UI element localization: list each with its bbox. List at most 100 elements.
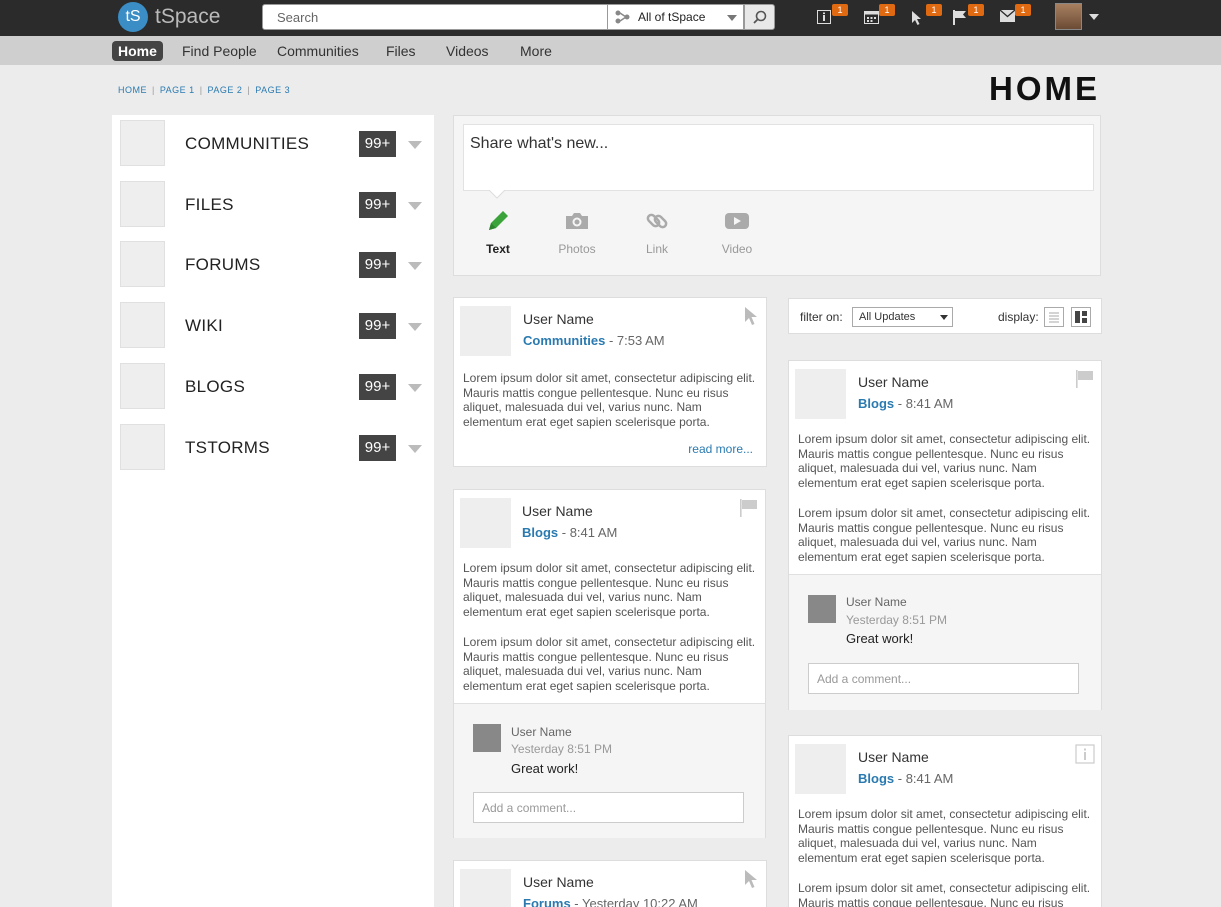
- nav-videos[interactable]: Videos: [440, 41, 495, 61]
- sidebar-thumbnail: [120, 120, 165, 166]
- grid-view-icon: [1075, 311, 1087, 323]
- comment-user-name[interactable]: User Name: [511, 725, 572, 739]
- comment-input[interactable]: Add a comment...: [473, 792, 744, 823]
- breadcrumb: HOME | PAGE 1 | PAGE 2 | PAGE 3: [118, 85, 290, 95]
- card-user-name[interactable]: User Name: [522, 503, 593, 519]
- activity-card: User Name Communities - 7:53 AM Lorem ip…: [453, 297, 767, 467]
- sidebar-item-wiki[interactable]: WIKI 99+: [120, 302, 430, 348]
- card-meta: Communities - 7:53 AM: [523, 333, 665, 348]
- sidebar-item-label: COMMUNITIES: [185, 134, 310, 153]
- read-more-link[interactable]: read more...: [688, 442, 753, 456]
- card-user-name[interactable]: User Name: [858, 374, 929, 390]
- nav-files[interactable]: Files: [380, 41, 422, 61]
- chevron-down-icon[interactable]: [408, 202, 422, 210]
- card-user-name[interactable]: User Name: [523, 874, 594, 890]
- comment-user-name[interactable]: User Name: [846, 595, 907, 609]
- share-photos-label: Photos: [558, 242, 596, 256]
- sidebar-item-files[interactable]: FILES 99+: [120, 181, 430, 227]
- user-avatar[interactable]: [1055, 3, 1082, 30]
- filter-selected-value: All Updates: [859, 311, 916, 323]
- comment-input[interactable]: Add a comment...: [808, 663, 1079, 694]
- link-icon: [646, 213, 668, 229]
- share-box: Share what's new... Text Photos Link Vid…: [453, 115, 1101, 276]
- chevron-down-icon[interactable]: [1089, 14, 1099, 20]
- avatar[interactable]: [795, 369, 846, 419]
- activity-card: User Name Forums - Yesterday 10:22 AM: [453, 860, 767, 907]
- chevron-down-icon[interactable]: [408, 445, 422, 453]
- breadcrumb-page-3[interactable]: PAGE 3: [255, 85, 290, 95]
- avatar[interactable]: [460, 306, 511, 356]
- sidebar-item-forums[interactable]: FORUMS 99+: [120, 241, 430, 287]
- card-user-name[interactable]: User Name: [523, 311, 594, 327]
- card-body-text: Lorem ipsum dolor sit amet, consectetur …: [463, 635, 756, 693]
- notification-flag[interactable]: 1: [953, 4, 984, 30]
- card-body-text: Lorem ipsum dolor sit amet, consectetur …: [463, 371, 756, 429]
- nav-home[interactable]: Home: [112, 41, 163, 61]
- nav-communities[interactable]: Communities: [271, 41, 365, 61]
- notification-info[interactable]: 1: [817, 4, 848, 30]
- breadcrumb-page-2[interactable]: PAGE 2: [208, 85, 243, 95]
- nav-more[interactable]: More: [514, 41, 558, 61]
- flag-icon[interactable]: [1075, 369, 1095, 389]
- avatar[interactable]: [460, 498, 511, 548]
- notification-mail[interactable]: 1: [1000, 4, 1031, 30]
- avatar[interactable]: [460, 869, 511, 907]
- card-source-link[interactable]: Blogs: [858, 771, 894, 786]
- avatar[interactable]: [808, 595, 836, 623]
- nav-find-people[interactable]: Find People: [176, 41, 263, 61]
- share-video-label: Video: [721, 242, 753, 256]
- search-scope-select[interactable]: All of tSpace: [607, 4, 744, 30]
- notification-badge: 1: [926, 4, 942, 16]
- search-button[interactable]: [744, 4, 775, 30]
- chevron-down-icon[interactable]: [408, 384, 422, 392]
- card-meta: Blogs - 8:41 AM: [858, 396, 953, 411]
- comment-time: Yesterday 8:51 PM: [846, 613, 947, 627]
- chevron-down-icon: [940, 315, 948, 320]
- flag-icon[interactable]: [739, 498, 759, 518]
- sidebar-item-label: FILES: [185, 195, 234, 214]
- sidebar-item-blogs[interactable]: BLOGS 99+: [120, 363, 430, 409]
- list-view-button[interactable]: [1044, 307, 1064, 327]
- notification-badge: 1: [1015, 4, 1031, 16]
- sidebar-item-communities[interactable]: COMMUNITIES 99+: [120, 120, 430, 166]
- card-source-link[interactable]: Forums: [523, 896, 571, 907]
- card-body-text: Lorem ipsum dolor sit amet, consectetur …: [798, 881, 1091, 907]
- calendar-icon: [864, 11, 879, 24]
- breadcrumb-separator: |: [199, 85, 203, 95]
- filter-select[interactable]: All Updates: [852, 307, 953, 327]
- chevron-down-icon[interactable]: [408, 141, 422, 149]
- share-link-button[interactable]: Link: [627, 208, 687, 256]
- card-user-name[interactable]: User Name: [858, 749, 929, 765]
- breadcrumb-page-1[interactable]: PAGE 1: [160, 85, 195, 95]
- comment-text: Great work!: [846, 631, 914, 646]
- card-source-link[interactable]: Blogs: [858, 396, 894, 411]
- comment-time: Yesterday 8:51 PM: [511, 742, 612, 756]
- chevron-down-icon[interactable]: [408, 323, 422, 331]
- avatar[interactable]: [795, 744, 846, 794]
- breadcrumb-home[interactable]: HOME: [118, 85, 147, 95]
- chevron-down-icon: [727, 15, 737, 21]
- avatar[interactable]: [473, 724, 501, 752]
- sidebar: COMMUNITIES 99+ FILES 99+ FORUMS 99+ WIK…: [112, 115, 434, 907]
- activity-card: User Name Blogs - 8:41 AM Lorem ipsum do…: [788, 735, 1102, 907]
- share-photos-button[interactable]: Photos: [547, 208, 607, 256]
- notification-cursor[interactable]: 1: [911, 4, 942, 30]
- activity-card: User Name Blogs - 8:41 AM Lorem ipsum do…: [788, 360, 1102, 710]
- info-icon[interactable]: [1075, 744, 1095, 764]
- flag-icon: [953, 10, 966, 25]
- chevron-down-icon[interactable]: [408, 262, 422, 270]
- share-text-button[interactable]: Text: [468, 208, 528, 256]
- share-video-button[interactable]: Video: [707, 208, 767, 256]
- notification-calendar[interactable]: 1: [864, 4, 895, 30]
- card-source-link[interactable]: Communities: [523, 333, 605, 348]
- card-source-link[interactable]: Blogs: [522, 525, 558, 540]
- sidebar-item-tstorms[interactable]: TSTORMS 99+: [120, 424, 430, 470]
- sidebar-thumbnail: [120, 181, 165, 227]
- share-input[interactable]: Share what's new...: [463, 124, 1094, 191]
- sidebar-item-label: BLOGS: [185, 377, 246, 396]
- cursor-icon[interactable]: [744, 306, 760, 326]
- logo[interactable]: tS tSpace: [118, 2, 220, 32]
- search-input[interactable]: Search: [262, 4, 608, 30]
- grid-view-button[interactable]: [1071, 307, 1091, 327]
- cursor-icon[interactable]: [744, 869, 760, 889]
